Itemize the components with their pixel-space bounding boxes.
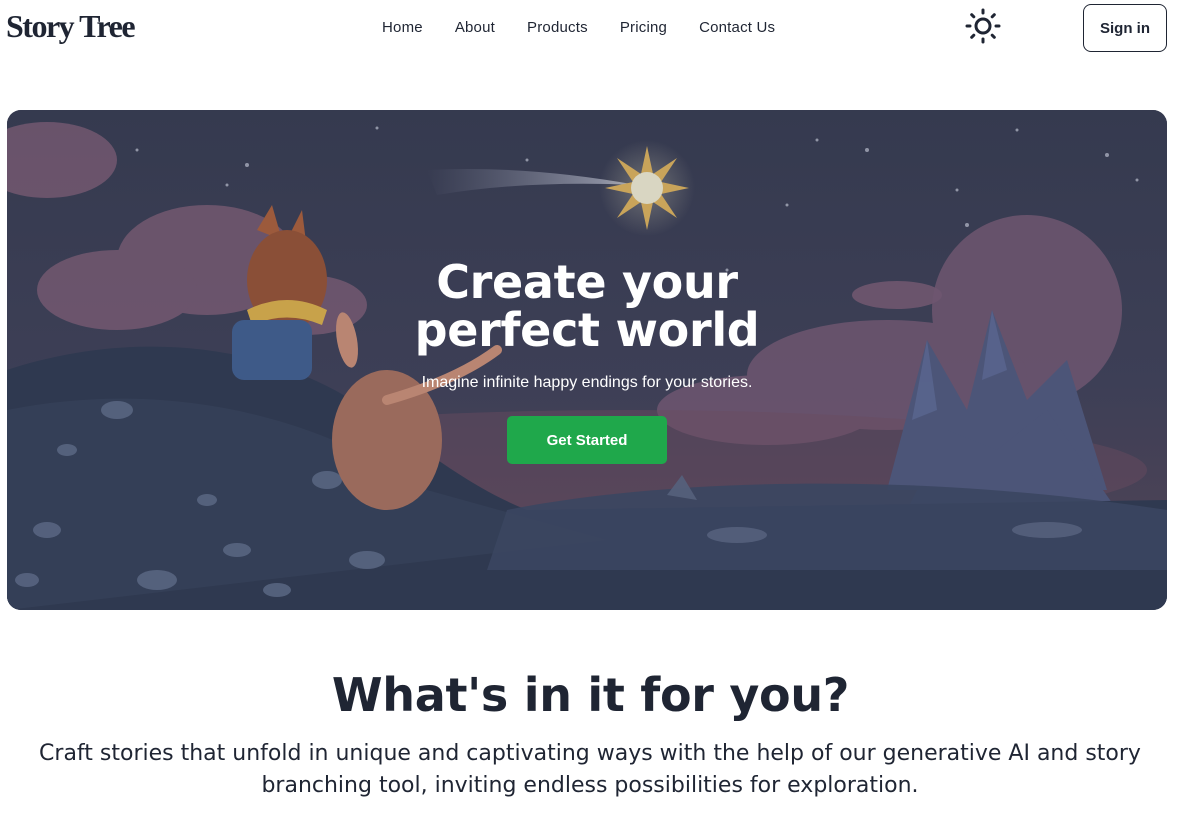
sun-icon <box>965 8 1001 44</box>
nav-link-home[interactable]: Home <box>366 18 439 38</box>
nav-link-pricing[interactable]: Pricing <box>604 18 683 38</box>
features-title: What's in it for you? <box>331 668 850 722</box>
sign-in-button[interactable]: Sign in <box>1083 4 1167 52</box>
top-navbar: Story Tree Home About Products Pricing C… <box>0 0 1181 60</box>
hero-illustration <box>7 110 1167 610</box>
hero-banner: Create your perfect world Imagine infini… <box>7 110 1167 610</box>
hero-title-line-2: perfect world <box>414 303 760 357</box>
hero-title: Create your perfect world <box>7 258 1167 354</box>
nav-link-contact-us[interactable]: Contact Us <box>683 18 791 38</box>
logo[interactable]: Story Tree <box>6 8 136 45</box>
theme-toggle-button[interactable] <box>964 7 1002 45</box>
hero-title-line-1: Create your <box>436 255 738 309</box>
hero-subtitle: Imagine infinite happy endings for your … <box>421 374 753 391</box>
features-description: Craft stories that unfold in unique and … <box>39 741 1141 798</box>
get-started-button[interactable]: Get Started <box>507 416 667 464</box>
nav-link-about[interactable]: About <box>439 18 511 38</box>
nav-link-products[interactable]: Products <box>511 18 604 38</box>
main-nav: Home About Products Pricing Contact Us <box>366 18 791 38</box>
